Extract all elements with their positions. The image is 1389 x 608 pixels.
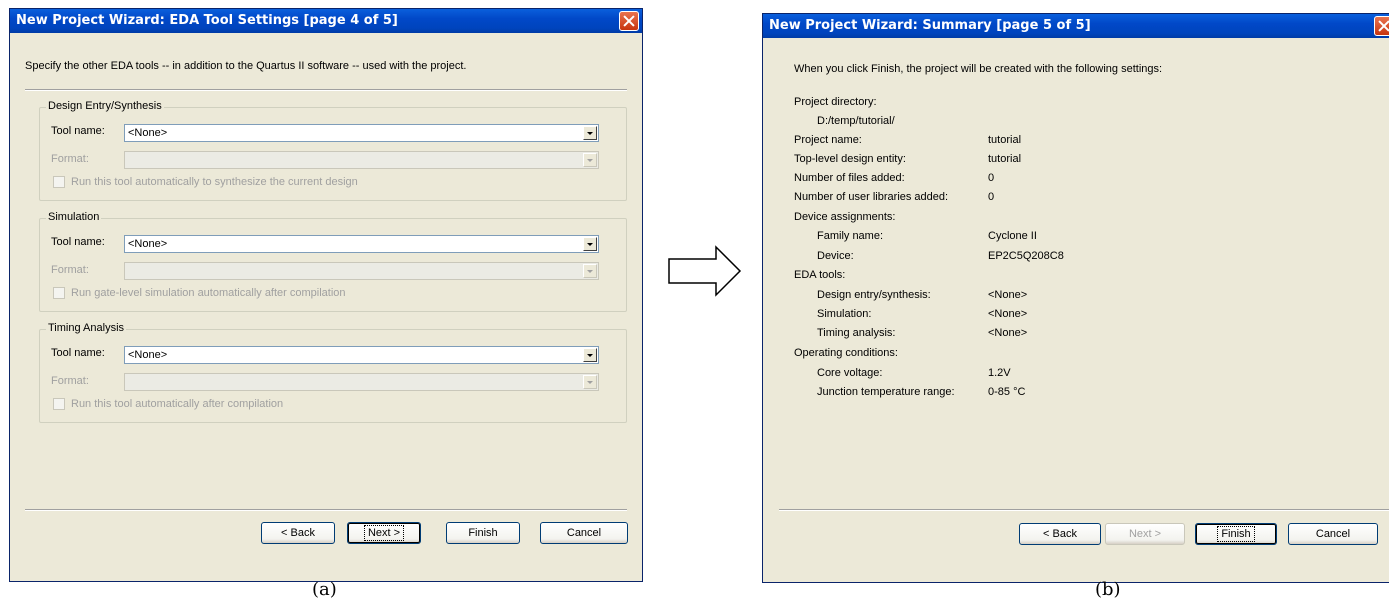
caption-a: (a) (312, 579, 337, 600)
auto-timing-label: Run this tool automatically after compil… (71, 398, 284, 410)
next-button-label: Next > (363, 525, 405, 541)
auto-synthesize-label: Run this tool automatically to synthesiz… (71, 176, 358, 188)
group-simulation: Simulation Tool name: <None> Format: Run… (39, 211, 627, 312)
device-label: Device: (817, 250, 854, 262)
chevron-down-icon (583, 264, 597, 278)
tool-name-value: <None> (128, 238, 168, 250)
gate-level-sim-label: Run gate-level simulation automatically … (71, 287, 346, 299)
divider (25, 89, 627, 91)
device-assignments-label: Device assignments: (794, 211, 896, 223)
auto-timing-checkbox (53, 398, 65, 410)
finish-button-label: Finish (468, 527, 498, 539)
core-voltage-value: 1.2V (988, 367, 1011, 379)
design-entry-value: <None> (988, 289, 1028, 301)
group-legend: Design Entry/Synthesis (46, 100, 164, 112)
tool-name-select[interactable]: <None> (124, 124, 599, 142)
tool-name-select[interactable]: <None> (124, 235, 599, 253)
top-level-value: tutorial (988, 153, 1022, 165)
cancel-button-label: Cancel (1315, 528, 1351, 540)
tool-name-label: Tool name: (51, 236, 105, 248)
group-timing-analysis: Timing Analysis Tool name: <None> Format… (39, 322, 627, 423)
cancel-button[interactable]: Cancel (540, 522, 628, 544)
next-button-label: Next > (1128, 528, 1162, 540)
chevron-down-icon[interactable] (583, 348, 597, 362)
intro-text: Specify the other EDA tools -- in additi… (25, 60, 467, 72)
operating-conditions-label: Operating conditions: (794, 347, 898, 359)
chevron-down-icon[interactable] (583, 237, 597, 251)
family-name-value: Cyclone II (988, 230, 1037, 242)
finish-button[interactable]: Finish (446, 522, 520, 544)
group-design-entry: Design Entry/Synthesis Tool name: <None>… (39, 100, 627, 201)
format-select (124, 151, 599, 169)
group-legend: Timing Analysis (46, 322, 127, 334)
title-bar[interactable]: New Project Wizard: Summary [page 5 of 5… (763, 14, 1389, 38)
project-directory-value: D:/temp/tutorial/ (817, 115, 895, 127)
timing-analysis-value: <None> (988, 327, 1028, 339)
files-added-label: Number of files added: (794, 172, 905, 184)
finish-button[interactable]: Finish (1195, 523, 1277, 545)
window-title: New Project Wizard: Summary [page 5 of 5… (769, 18, 1091, 33)
cancel-button-label: Cancel (566, 527, 602, 539)
back-button[interactable]: < Back (1019, 523, 1101, 545)
divider (25, 509, 627, 511)
dialog-summary: New Project Wizard: Summary [page 5 of 5… (762, 13, 1389, 583)
junction-temp-label: Junction temperature range: (817, 386, 955, 398)
group-legend: Simulation (46, 211, 102, 223)
back-button-label: < Back (1043, 528, 1077, 540)
next-button[interactable]: Next > (347, 522, 421, 544)
finish-button-label: Finish (1217, 526, 1255, 542)
design-entry-label: Design entry/synthesis: (817, 289, 931, 301)
auto-synthesize-checkbox (53, 176, 65, 188)
project-name-label: Project name: (794, 134, 862, 146)
files-added-value: 0 (988, 172, 995, 184)
tool-name-value: <None> (128, 349, 168, 361)
device-value: EP2C5Q208C8 (988, 250, 1064, 262)
user-libraries-label: Number of user libraries added: (794, 191, 949, 203)
format-label: Format: (51, 153, 89, 165)
eda-tools-label: EDA tools: (794, 269, 846, 281)
intro-text: When you click Finish, the project will … (794, 63, 1163, 75)
tool-name-value: <None> (128, 127, 168, 139)
tool-name-label: Tool name: (51, 125, 105, 137)
chevron-down-icon[interactable] (583, 126, 597, 140)
title-bar[interactable]: New Project Wizard: EDA Tool Settings [p… (10, 9, 642, 33)
project-name-value: tutorial (988, 134, 1022, 146)
project-directory-label: Project directory: (794, 96, 877, 108)
gate-level-sim-checkbox (53, 287, 65, 299)
family-name-label: Family name: (817, 230, 884, 242)
simulation-label: Simulation: (817, 308, 872, 320)
top-level-label: Top-level design entity: (794, 153, 906, 165)
chevron-down-icon (583, 153, 597, 167)
simulation-value: <None> (988, 308, 1028, 320)
format-select (124, 373, 599, 391)
next-button: Next > (1105, 523, 1185, 545)
user-libraries-value: 0 (988, 191, 995, 203)
back-button[interactable]: < Back (261, 522, 335, 544)
close-icon[interactable] (1374, 16, 1389, 36)
timing-analysis-label: Timing analysis: (817, 327, 896, 339)
dialog-eda-tool-settings: New Project Wizard: EDA Tool Settings [p… (9, 8, 643, 582)
format-select (124, 262, 599, 280)
format-label: Format: (51, 264, 89, 276)
tool-name-label: Tool name: (51, 347, 105, 359)
close-icon[interactable] (619, 11, 639, 31)
tool-name-select[interactable]: <None> (124, 346, 599, 364)
cancel-button[interactable]: Cancel (1288, 523, 1378, 545)
format-label: Format: (51, 375, 89, 387)
chevron-down-icon (583, 375, 597, 389)
arrow-right-icon (668, 245, 742, 297)
junction-temp-value: 0-85 °C (988, 386, 1026, 398)
window-title: New Project Wizard: EDA Tool Settings [p… (16, 13, 398, 28)
divider (779, 509, 1389, 511)
caption-b: (b) (1095, 579, 1121, 600)
back-button-label: < Back (281, 527, 315, 539)
core-voltage-label: Core voltage: (817, 367, 883, 379)
